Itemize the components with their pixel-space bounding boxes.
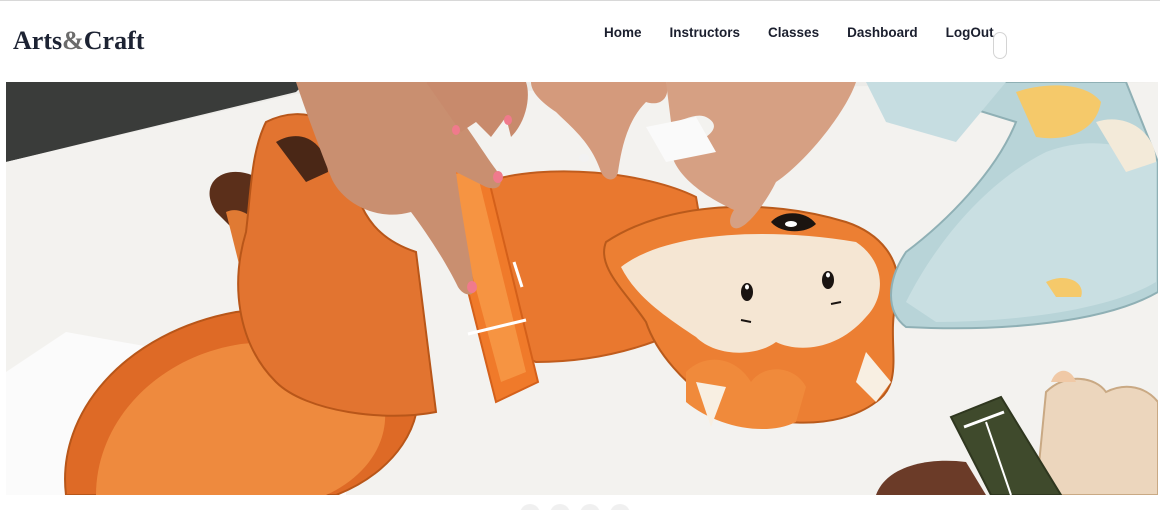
hero-banner <box>6 82 1158 495</box>
page: Arts&Craft Home Instructors Classes Dash… <box>0 0 1160 510</box>
nav-home[interactable]: Home <box>590 25 656 41</box>
brand-logo[interactable]: Arts&Craft <box>13 26 144 56</box>
navbar: Arts&Craft Home Instructors Classes Dash… <box>0 1 1160 82</box>
hero-image <box>6 82 1158 495</box>
brand-logo-part2: Craft <box>83 26 145 55</box>
main-nav: Home Instructors Classes Dashboard LogOu… <box>590 25 1008 41</box>
carousel-dot[interactable] <box>610 504 630 510</box>
carousel-dot[interactable] <box>520 504 540 510</box>
nav-instructors[interactable]: Instructors <box>656 25 755 41</box>
carousel-dot[interactable] <box>550 504 570 510</box>
brand-logo-ampersand: & <box>62 26 84 55</box>
carousel-dot[interactable] <box>580 504 600 510</box>
nav-dashboard[interactable]: Dashboard <box>833 25 932 41</box>
carousel-indicators <box>520 504 630 510</box>
brand-logo-part1: Arts <box>13 26 63 55</box>
theme-toggle[interactable] <box>993 32 1007 59</box>
nav-classes[interactable]: Classes <box>754 25 833 41</box>
